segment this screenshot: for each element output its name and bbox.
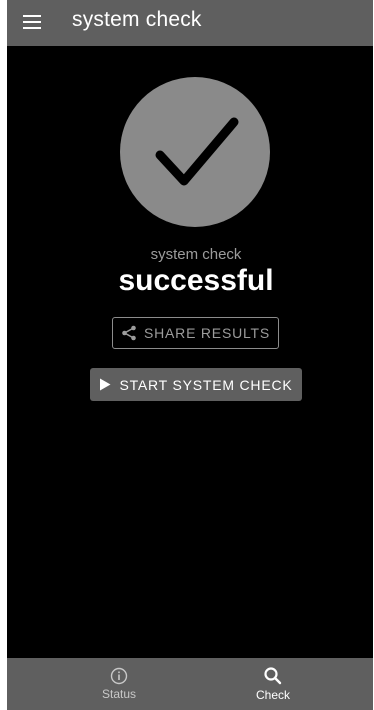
- bottom-navigation: Status Check: [7, 658, 373, 710]
- status-caption: system check: [150, 246, 242, 263]
- page-title: system check: [72, 8, 202, 31]
- search-icon: [264, 667, 282, 685]
- nav-label-status: Status: [101, 687, 137, 701]
- share-results-button[interactable]: SHARE RESULTS: [112, 317, 279, 349]
- nav-label-check: Check: [255, 688, 290, 702]
- status-result: successful: [118, 264, 274, 297]
- app-bar: system check: [7, 0, 373, 46]
- nav-item-check[interactable]: Check: [213, 658, 333, 710]
- start-system-check-label: START SYSTEM CHECK: [119, 376, 293, 393]
- checkmark-icon: [155, 117, 239, 186]
- info-icon: [110, 667, 128, 685]
- hamburger-menu-icon[interactable]: [23, 12, 43, 32]
- app-screen: system check system check successful SHA…: [7, 0, 373, 710]
- status-circle: [120, 77, 270, 227]
- nav-item-status[interactable]: Status: [59, 658, 179, 710]
- share-results-label: SHARE RESULTS: [143, 325, 271, 341]
- start-system-check-button[interactable]: START SYSTEM CHECK: [90, 368, 302, 401]
- play-icon: [100, 378, 111, 391]
- share-icon: [122, 325, 136, 341]
